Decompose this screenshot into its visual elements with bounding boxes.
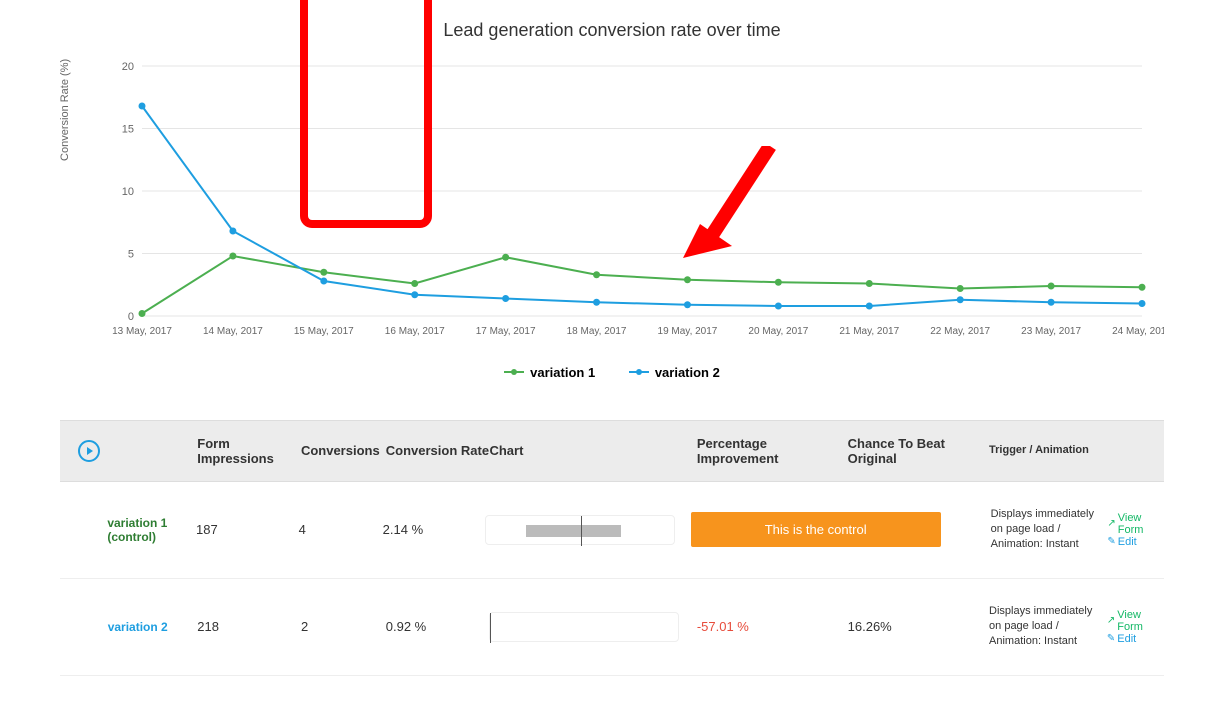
edit-link[interactable]: ✎Edit xyxy=(1107,633,1154,645)
results-table: Form Impressions Conversions Conversion … xyxy=(60,420,1164,676)
svg-text:24 May, 2017: 24 May, 2017 xyxy=(1112,326,1164,337)
col-header-trigger: Trigger / Animation xyxy=(989,443,1107,458)
variation-name[interactable]: variation 2 xyxy=(108,620,198,634)
svg-text:17 May, 2017: 17 May, 2017 xyxy=(476,326,536,337)
edit-icon: ✎ xyxy=(1107,633,1115,644)
svg-text:14 May, 2017: 14 May, 2017 xyxy=(203,326,263,337)
svg-text:13 May, 2017: 13 May, 2017 xyxy=(112,326,172,337)
edit-icon: ✎ xyxy=(1107,536,1115,547)
col-header-conversions: Conversions xyxy=(301,443,386,458)
play-icon xyxy=(87,447,93,455)
mini-chart xyxy=(485,515,690,545)
svg-text:15: 15 xyxy=(122,124,134,136)
control-badge: This is the control xyxy=(691,512,941,547)
col-header-chance: Chance To Beat Original xyxy=(848,436,989,466)
legend-item-variation-1[interactable]: variation 1 xyxy=(504,365,595,380)
svg-text:0: 0 xyxy=(128,311,134,323)
col-header-impressions: Form Impressions xyxy=(197,436,301,466)
table-row: variation 2 218 2 0.92 % -57.01 % 16.26%… xyxy=(60,579,1164,676)
y-axis-label: Conversion Rate (%) xyxy=(59,59,71,161)
col-header-rate: Conversion Rate xyxy=(386,443,490,458)
legend-item-variation-2[interactable]: variation 2 xyxy=(629,365,720,380)
svg-text:5: 5 xyxy=(128,249,134,261)
trigger-value: Displays immediately on page load / Anim… xyxy=(991,507,1108,553)
col-header-play xyxy=(70,440,108,462)
external-link-icon: ↗ xyxy=(1107,615,1115,626)
legend-marker-icon xyxy=(504,371,524,373)
view-form-link[interactable]: ↗View Form xyxy=(1107,609,1154,633)
legend-marker-icon xyxy=(629,371,649,373)
table-header-row: Form Impressions Conversions Conversion … xyxy=(60,420,1164,482)
svg-text:22 May, 2017: 22 May, 2017 xyxy=(930,326,990,337)
conversions-value: 2 xyxy=(301,619,386,634)
external-link-icon: ↗ xyxy=(1107,518,1115,529)
chart-legend: variation 1 variation 2 xyxy=(60,361,1164,380)
svg-text:21 May, 2017: 21 May, 2017 xyxy=(839,326,899,337)
chart-section: Lead generation conversion rate over tim… xyxy=(60,20,1164,380)
table-row: variation 1 (control) 187 4 2.14 % This … xyxy=(60,482,1164,579)
svg-text:10: 10 xyxy=(122,186,134,198)
col-header-chart: Chart xyxy=(489,443,696,458)
svg-text:20 May, 2017: 20 May, 2017 xyxy=(748,326,808,337)
edit-link[interactable]: ✎Edit xyxy=(1107,536,1154,548)
chart-svg: 0 5 10 15 20 13 May, 2017 14 May, 2017 15 May, … xyxy=(100,56,1164,356)
svg-text:16 May, 2017: 16 May, 2017 xyxy=(385,326,445,337)
chart-plot-area: Conversion Rate (%) 0510152013 May, 2017… xyxy=(100,56,1164,356)
svg-text:23 May, 2017: 23 May, 2017 xyxy=(1021,326,1081,337)
chart-title: Lead generation conversion rate over tim… xyxy=(60,20,1164,41)
chance-value: 16.26% xyxy=(848,619,989,634)
row-actions: ↗View Form ✎Edit xyxy=(1107,609,1154,645)
rate-value: 0.92 % xyxy=(386,619,490,634)
svg-text:18 May, 2017: 18 May, 2017 xyxy=(567,326,627,337)
play-all-button[interactable] xyxy=(78,440,100,462)
mini-chart xyxy=(489,612,696,642)
impressions-value: 218 xyxy=(197,619,301,634)
improvement-value: This is the control xyxy=(691,512,851,547)
row-actions: ↗View Form ✎Edit xyxy=(1107,512,1154,548)
impressions-value: 187 xyxy=(196,522,299,537)
rate-value: 2.14 % xyxy=(383,522,486,537)
svg-text:20: 20 xyxy=(122,61,134,73)
conversions-value: 4 xyxy=(299,522,383,537)
variation-name[interactable]: variation 1 (control) xyxy=(107,516,196,544)
view-form-link[interactable]: ↗View Form xyxy=(1107,512,1154,536)
svg-text:19 May, 2017: 19 May, 2017 xyxy=(658,326,718,337)
col-header-improvement: Percentage Improvement xyxy=(697,436,848,466)
improvement-value: -57.01 % xyxy=(697,619,848,634)
svg-text:15 May, 2017: 15 May, 2017 xyxy=(294,326,354,337)
trigger-value: Displays immediately on page load / Anim… xyxy=(989,604,1107,650)
